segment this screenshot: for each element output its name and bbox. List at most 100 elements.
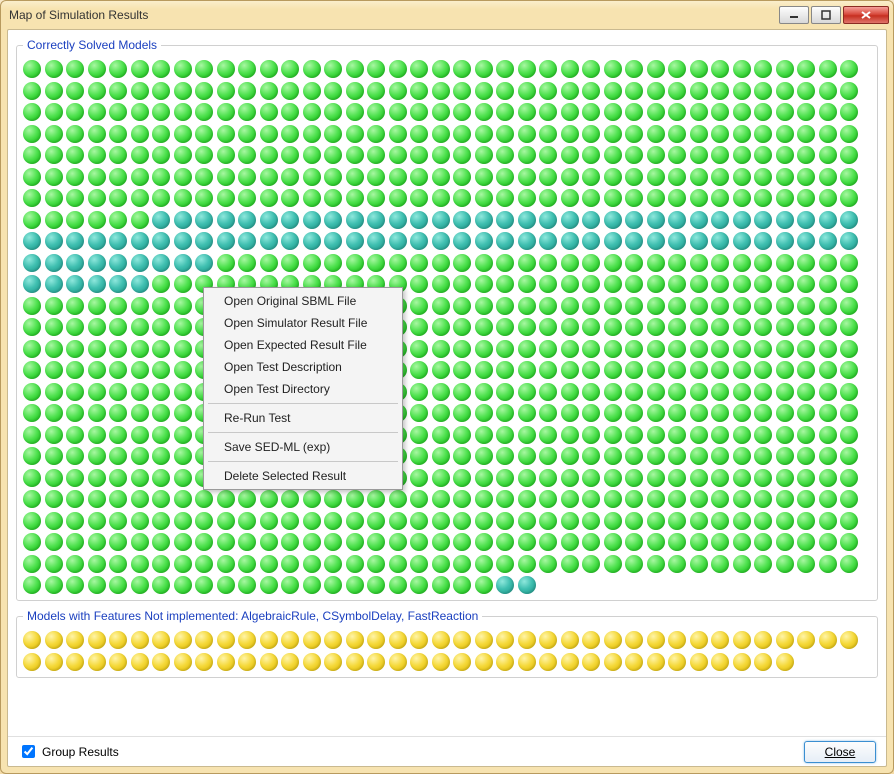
- result-dot[interactable]: [496, 512, 514, 530]
- result-dot[interactable]: [625, 555, 643, 573]
- result-dot[interactable]: [66, 426, 84, 444]
- result-dot[interactable]: [647, 533, 665, 551]
- result-dot[interactable]: [281, 533, 299, 551]
- result-dot[interactable]: [711, 383, 729, 401]
- result-dot[interactable]: [281, 555, 299, 573]
- result-dot[interactable]: [109, 189, 127, 207]
- result-dot[interactable]: [432, 404, 450, 422]
- result-dot[interactable]: [647, 490, 665, 508]
- result-dot[interactable]: [260, 146, 278, 164]
- result-dot[interactable]: [217, 125, 235, 143]
- result-dot[interactable]: [604, 490, 622, 508]
- result-dot[interactable]: [733, 189, 751, 207]
- result-dot[interactable]: [303, 490, 321, 508]
- result-dot[interactable]: [88, 254, 106, 272]
- result-dot[interactable]: [131, 426, 149, 444]
- result-dot[interactable]: [45, 189, 63, 207]
- result-dot[interactable]: [23, 60, 41, 78]
- result-dot[interactable]: [367, 653, 385, 671]
- result-dot[interactable]: [647, 383, 665, 401]
- result-dot[interactable]: [260, 211, 278, 229]
- result-dot[interactable]: [432, 576, 450, 594]
- result-dot[interactable]: [303, 533, 321, 551]
- result-dot[interactable]: [797, 383, 815, 401]
- result-dot[interactable]: [518, 426, 536, 444]
- result-dot[interactable]: [432, 146, 450, 164]
- result-dot[interactable]: [389, 232, 407, 250]
- result-dot[interactable]: [711, 211, 729, 229]
- result-dot[interactable]: [453, 82, 471, 100]
- result-dot[interactable]: [475, 340, 493, 358]
- result-dot[interactable]: [797, 318, 815, 336]
- result-dot[interactable]: [432, 232, 450, 250]
- result-dot[interactable]: [604, 232, 622, 250]
- result-dot[interactable]: [518, 404, 536, 422]
- result-dot[interactable]: [754, 383, 772, 401]
- result-dot[interactable]: [625, 211, 643, 229]
- result-dot[interactable]: [475, 447, 493, 465]
- result-dot[interactable]: [45, 383, 63, 401]
- result-dot[interactable]: [152, 82, 170, 100]
- result-dot[interactable]: [281, 232, 299, 250]
- result-dot[interactable]: [66, 533, 84, 551]
- result-dot[interactable]: [131, 490, 149, 508]
- result-dot[interactable]: [367, 82, 385, 100]
- result-dot[interactable]: [840, 447, 858, 465]
- result-dot[interactable]: [475, 168, 493, 186]
- result-dot[interactable]: [453, 404, 471, 422]
- result-dot[interactable]: [152, 103, 170, 121]
- result-dot[interactable]: [582, 189, 600, 207]
- result-dot[interactable]: [152, 490, 170, 508]
- result-dot[interactable]: [539, 631, 557, 649]
- result-dot[interactable]: [303, 189, 321, 207]
- result-dot[interactable]: [625, 512, 643, 530]
- result-dot[interactable]: [518, 82, 536, 100]
- result-dot[interactable]: [453, 60, 471, 78]
- result-dot[interactable]: [690, 426, 708, 444]
- result-dot[interactable]: [582, 361, 600, 379]
- result-dot[interactable]: [23, 469, 41, 487]
- result-dot[interactable]: [819, 555, 837, 573]
- result-dot[interactable]: [518, 211, 536, 229]
- result-dot[interactable]: [88, 60, 106, 78]
- result-dot[interactable]: [66, 168, 84, 186]
- result-dot[interactable]: [217, 103, 235, 121]
- result-dot[interactable]: [66, 189, 84, 207]
- result-dot[interactable]: [690, 168, 708, 186]
- result-dot[interactable]: [432, 469, 450, 487]
- result-dot[interactable]: [432, 82, 450, 100]
- result-dot[interactable]: [840, 168, 858, 186]
- result-dot[interactable]: [174, 404, 192, 422]
- result-dot[interactable]: [690, 189, 708, 207]
- result-dot[interactable]: [625, 340, 643, 358]
- result-dot[interactable]: [346, 211, 364, 229]
- result-dot[interactable]: [217, 490, 235, 508]
- result-dot[interactable]: [389, 576, 407, 594]
- result-dot[interactable]: [195, 189, 213, 207]
- result-dot[interactable]: [23, 512, 41, 530]
- result-dot[interactable]: [346, 103, 364, 121]
- result-dot[interactable]: [238, 82, 256, 100]
- result-dot[interactable]: [711, 469, 729, 487]
- result-dot[interactable]: [174, 555, 192, 573]
- result-dot[interactable]: [690, 631, 708, 649]
- result-dot[interactable]: [754, 82, 772, 100]
- result-dot[interactable]: [754, 297, 772, 315]
- result-dot[interactable]: [23, 189, 41, 207]
- result-dot[interactable]: [518, 189, 536, 207]
- result-dot[interactable]: [840, 555, 858, 573]
- result-dot[interactable]: [475, 189, 493, 207]
- result-dot[interactable]: [733, 254, 751, 272]
- result-dot[interactable]: [23, 383, 41, 401]
- result-dot[interactable]: [539, 275, 557, 293]
- result-dot[interactable]: [453, 254, 471, 272]
- result-dot[interactable]: [711, 533, 729, 551]
- result-dot[interactable]: [432, 275, 450, 293]
- result-dot[interactable]: [109, 653, 127, 671]
- result-dot[interactable]: [647, 254, 665, 272]
- result-dot[interactable]: [453, 576, 471, 594]
- result-dot[interactable]: [690, 275, 708, 293]
- result-dot[interactable]: [561, 653, 579, 671]
- result-dot[interactable]: [475, 404, 493, 422]
- result-dot[interactable]: [754, 512, 772, 530]
